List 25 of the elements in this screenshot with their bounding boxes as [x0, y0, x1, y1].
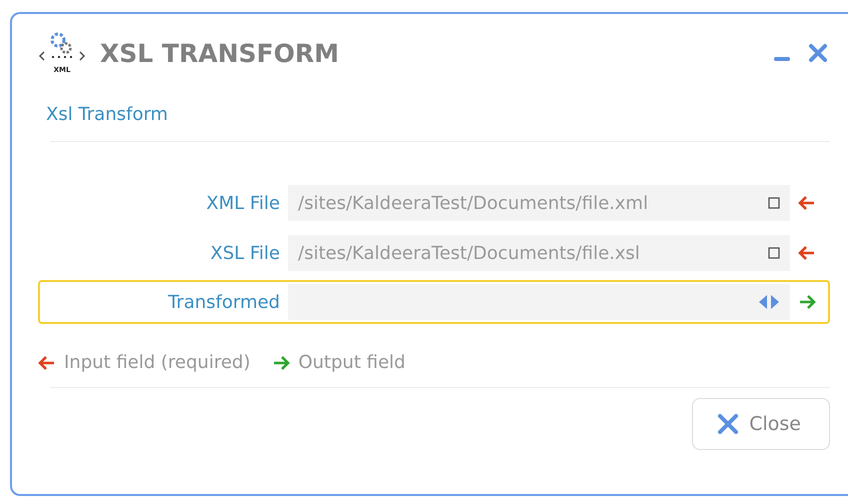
field-value: /sites/KaldeeraTest/Documents/file.xml [298, 192, 650, 214]
field-label: XML File [205, 192, 280, 214]
field-label: XSL File [209, 242, 280, 264]
text-field[interactable]: /sites/KaldeeraTest/Documents/file.xml [288, 185, 790, 221]
close-dialog-button[interactable]: Close [692, 398, 830, 450]
close-icon [717, 413, 740, 435]
left-arrow-icon [798, 244, 816, 262]
close-button[interactable] [806, 43, 830, 63]
legend-text: Output field [298, 352, 406, 373]
left-arrow-icon [38, 354, 56, 372]
square-icon[interactable] [768, 247, 780, 259]
window-title: XSL TRANSFORM [100, 38, 340, 68]
expand-icon[interactable] [758, 294, 780, 310]
left-arrow-icon [798, 194, 816, 212]
close-icon [808, 43, 828, 63]
legend-text: Input field (required) [64, 352, 250, 373]
right-arrow-icon [798, 293, 816, 311]
text-field[interactable]: /sites/KaldeeraTest/Documents/file.xsl [288, 235, 790, 271]
field-value: /sites/KaldeeraTest/Documents/file.xsl [298, 242, 641, 264]
minimize-icon [774, 57, 790, 61]
text-field[interactable] [288, 284, 790, 320]
right-arrow-icon [272, 354, 290, 372]
field-label: Transformed [166, 292, 280, 312]
section-title: Xsl Transform [46, 104, 169, 125]
square-icon[interactable] [768, 197, 780, 209]
